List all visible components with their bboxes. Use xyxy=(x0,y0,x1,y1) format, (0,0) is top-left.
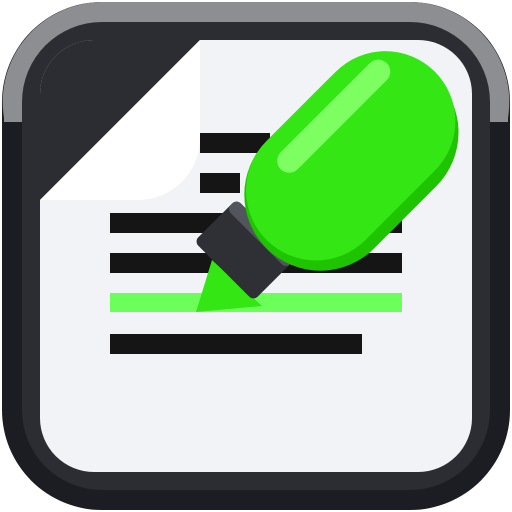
text-line xyxy=(110,334,362,354)
document-highlighter-icon xyxy=(0,0,512,512)
text-line xyxy=(200,173,240,193)
icon-canvas xyxy=(2,2,510,510)
